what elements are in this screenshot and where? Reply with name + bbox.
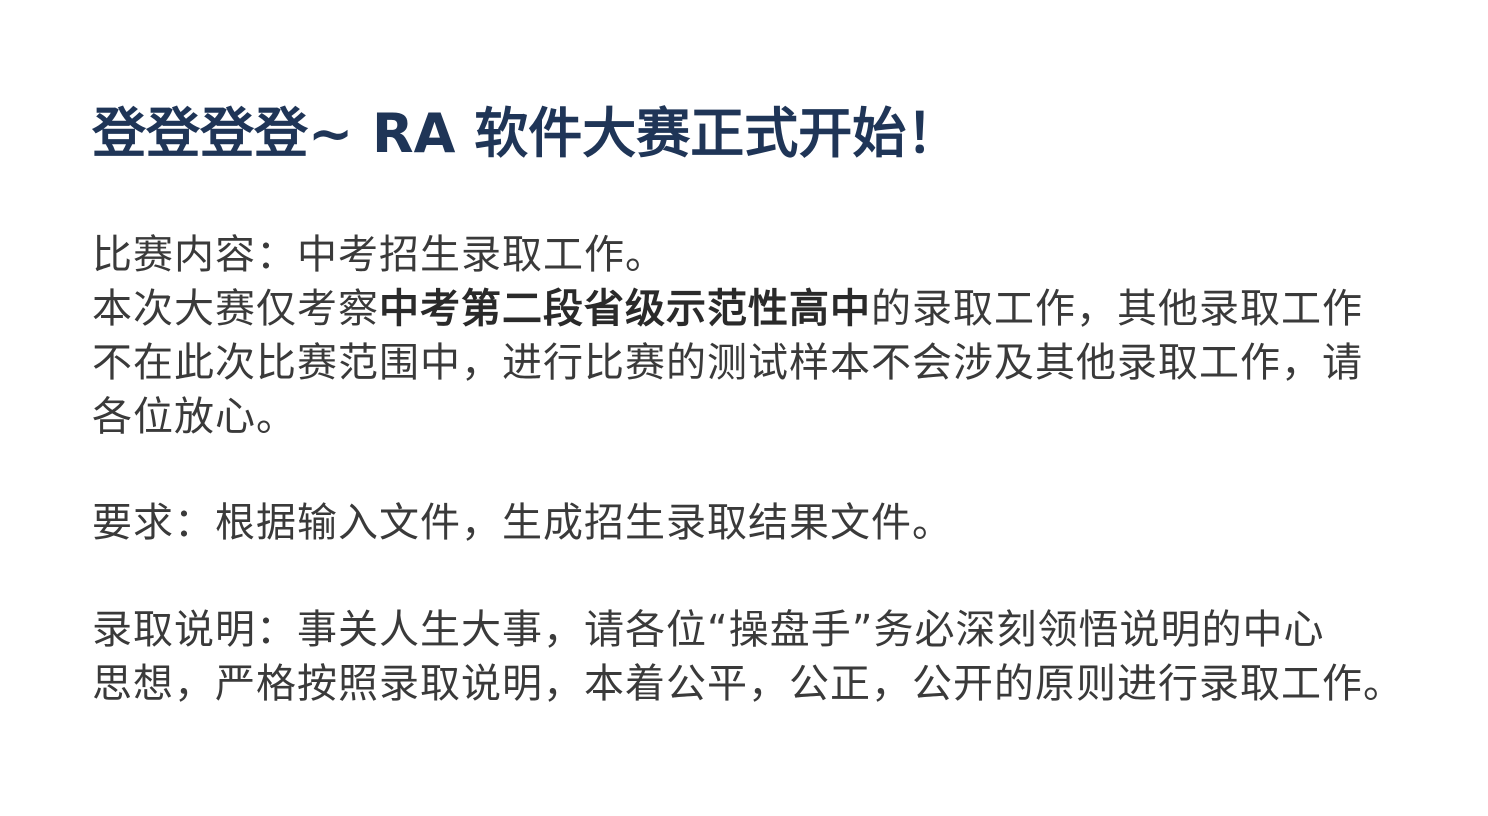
explanation-line-1: 录取说明：事关人生大事，请各位“操盘手”务必深刻领悟说明的中心 bbox=[92, 607, 1325, 653]
explanation-paragraph: 录取说明：事关人生大事，请各位“操盘手”务必深刻领悟说明的中心 思想，严格按照录… bbox=[92, 603, 1404, 711]
content-line-1: 比赛内容：中考招生录取工作。 bbox=[92, 232, 666, 278]
content-line-2-post: 的录取工作，其他录取工作 bbox=[871, 286, 1363, 332]
content-line-3: 不在此次比赛范围中，进行比赛的测试样本不会涉及其他录取工作，请 bbox=[92, 340, 1363, 386]
slide: 登登登登~ RA 软件大赛正式开始！ 比赛内容：中考招生录取工作。 本次大赛仅考… bbox=[0, 0, 1488, 816]
content-paragraph: 比赛内容：中考招生录取工作。 本次大赛仅考察中考第二段省级示范性高中的录取工作，… bbox=[92, 228, 1363, 444]
content-line-4: 各位放心。 bbox=[92, 394, 297, 440]
requirement-line-1: 要求：根据输入文件，生成招生录取结果文件。 bbox=[92, 500, 953, 546]
requirement-paragraph: 要求：根据输入文件，生成招生录取结果文件。 bbox=[92, 496, 953, 550]
content-line-2-pre: 本次大赛仅考察 bbox=[92, 286, 379, 332]
slide-title: 登登登登~ RA 软件大赛正式开始！ bbox=[92, 102, 961, 165]
explanation-line-2: 思想，严格按照录取说明，本着公平，公正，公开的原则进行录取工作。 bbox=[92, 661, 1404, 707]
content-line-2-emphasis: 中考第二段省级示范性高中 bbox=[379, 286, 871, 332]
content-line-2: 本次大赛仅考察中考第二段省级示范性高中的录取工作，其他录取工作 bbox=[92, 282, 1363, 336]
